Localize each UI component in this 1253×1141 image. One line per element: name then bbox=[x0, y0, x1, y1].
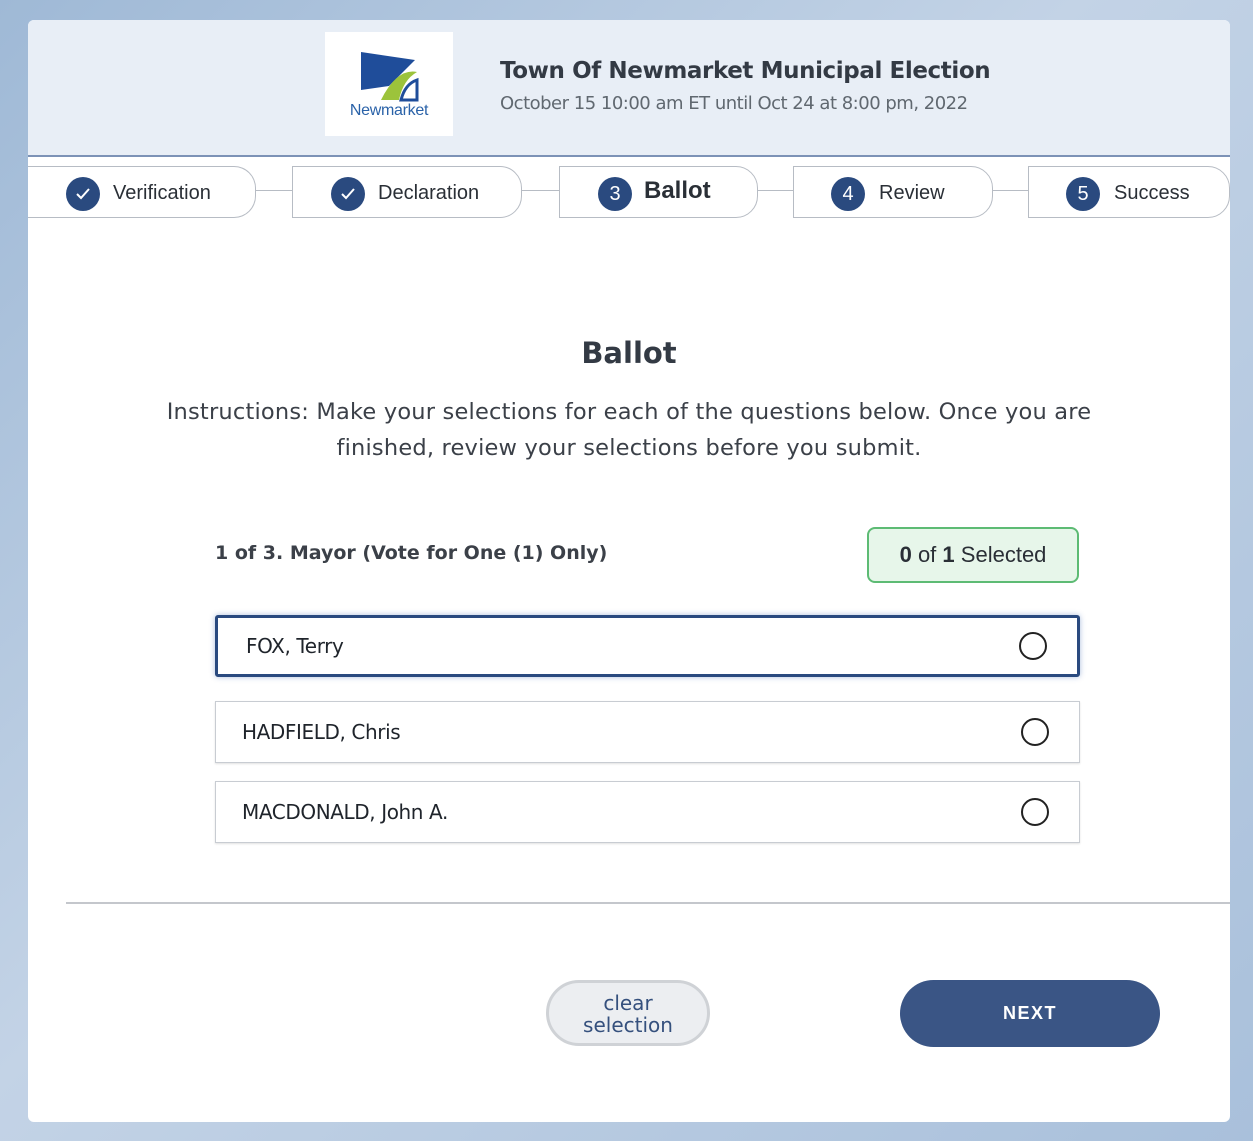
clear-label-line2: selection bbox=[583, 1013, 673, 1037]
selected-suffix: Selected bbox=[960, 542, 1047, 567]
ballot-heading: Ballot bbox=[581, 336, 677, 370]
step-label: Review bbox=[879, 182, 945, 204]
check-icon bbox=[331, 177, 365, 211]
progress-stepper: Verification Declaration 3 Ballot 4 Revi… bbox=[28, 157, 1230, 227]
radio-button[interactable] bbox=[1021, 718, 1049, 746]
election-dates: October 15 10:00 am ET until Oct 24 at 8… bbox=[500, 93, 968, 114]
logo-text: Newmarket bbox=[349, 102, 429, 119]
page-title: Town Of Newmarket Municipal Election bbox=[500, 58, 991, 84]
ballot-instructions: Instructions: Make your selections for e… bbox=[166, 399, 1092, 461]
candidate-name: FOX, Terry bbox=[246, 634, 344, 658]
step-review[interactable]: 4 Review bbox=[793, 166, 993, 218]
election-header: Newmarket Town Of Newmarket Municipal El… bbox=[28, 20, 1230, 157]
radio-button[interactable] bbox=[1019, 632, 1047, 660]
step-verification[interactable]: Verification bbox=[28, 166, 256, 218]
step-label: Success bbox=[1114, 182, 1190, 204]
step-label: Declaration bbox=[378, 182, 480, 204]
candidate-option[interactable]: HADFIELD, Chris bbox=[215, 701, 1080, 763]
ballot-card: Newmarket Town Of Newmarket Municipal El… bbox=[28, 20, 1230, 1122]
clear-selection-button[interactable]: clear selection bbox=[546, 980, 710, 1046]
logo-mark-icon bbox=[361, 52, 419, 102]
step-label: Ballot bbox=[644, 177, 711, 204]
candidate-option[interactable]: MACDONALD, John A. bbox=[215, 781, 1080, 843]
clear-label-line1: clear bbox=[603, 991, 653, 1015]
candidate-option[interactable]: FOX, Terry bbox=[215, 615, 1080, 677]
step-number: 3 bbox=[598, 177, 632, 211]
radio-button[interactable] bbox=[1021, 798, 1049, 826]
selected-of: of bbox=[917, 542, 937, 567]
step-label: Verification bbox=[113, 182, 211, 204]
candidate-name: MACDONALD, John A. bbox=[242, 800, 448, 824]
question-title: 1 of 3. Mayor (Vote for One (1) Only) bbox=[215, 542, 608, 564]
candidate-name: HADFIELD, Chris bbox=[242, 720, 401, 744]
step-declaration[interactable]: Declaration bbox=[292, 166, 522, 218]
newmarket-logo: Newmarket bbox=[325, 32, 453, 136]
selected-count: 0 bbox=[899, 542, 912, 567]
step-ballot[interactable]: 3 Ballot bbox=[559, 166, 758, 218]
step-number: 4 bbox=[831, 177, 865, 211]
check-icon bbox=[66, 177, 100, 211]
section-divider bbox=[66, 902, 1230, 904]
next-button[interactable]: NEXT bbox=[900, 980, 1160, 1047]
step-number: 5 bbox=[1066, 177, 1100, 211]
selected-max: 1 bbox=[942, 542, 955, 567]
selection-count-badge: 0 of 1 Selected bbox=[867, 527, 1079, 583]
step-success[interactable]: 5 Success bbox=[1028, 166, 1230, 218]
